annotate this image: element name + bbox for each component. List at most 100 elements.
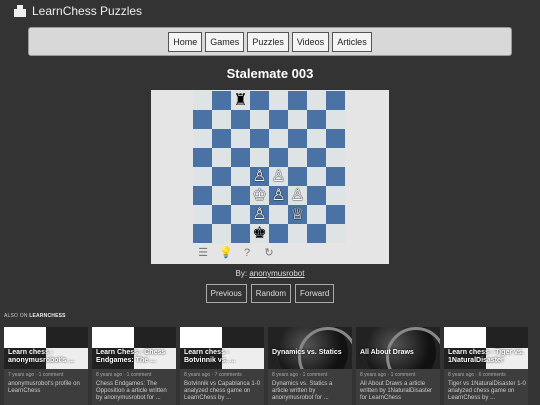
previous-button[interactable]: Previous bbox=[205, 284, 247, 303]
board-square[interactable] bbox=[231, 167, 250, 186]
board-square[interactable] bbox=[288, 110, 307, 129]
board-square[interactable] bbox=[212, 167, 231, 186]
chess-board[interactable]: ♜ ♙ ♙ ♔ ♙ ♙ ♙ ♕ ♚ bbox=[193, 91, 345, 243]
card-title[interactable]: Learn chess - Tiger vs. 1NaturalDisaster bbox=[448, 349, 526, 365]
board-square[interactable]: ♙ bbox=[250, 205, 269, 224]
card-title[interactable]: Learn chess - Botvinnik vs. ... bbox=[184, 349, 262, 365]
board-square[interactable] bbox=[250, 129, 269, 148]
board-square[interactable]: ♔ bbox=[250, 186, 269, 205]
related-card[interactable]: Learn chess - Tiger vs. 1NaturalDisaster… bbox=[444, 327, 528, 405]
nav-puzzles[interactable]: Puzzles bbox=[247, 31, 289, 52]
card-title[interactable]: All About Draws bbox=[360, 349, 438, 357]
white-pawn-piece[interactable]: ♙ bbox=[252, 205, 266, 224]
board-square[interactable]: ♙ bbox=[269, 167, 288, 186]
board-square[interactable] bbox=[326, 129, 345, 148]
board-square[interactable] bbox=[193, 148, 212, 167]
board-square[interactable] bbox=[326, 167, 345, 186]
related-card[interactable]: Learn chess - anonymusrobot's ... 7 years… bbox=[4, 327, 88, 405]
nav-games[interactable]: Games bbox=[205, 31, 245, 52]
board-square[interactable] bbox=[307, 91, 326, 110]
board-square[interactable] bbox=[307, 129, 326, 148]
author-link[interactable]: anonymusrobot bbox=[249, 269, 304, 278]
board-square[interactable] bbox=[212, 224, 231, 243]
board-square[interactable] bbox=[326, 186, 345, 205]
board-square[interactable] bbox=[193, 91, 212, 110]
board-square[interactable] bbox=[288, 91, 307, 110]
board-square[interactable] bbox=[250, 148, 269, 167]
related-card[interactable]: All About Draws 8 years ago · 1 comment Al… bbox=[356, 327, 440, 405]
board-square[interactable] bbox=[231, 186, 250, 205]
board-square[interactable] bbox=[193, 129, 212, 148]
board-square[interactable]: ♕ bbox=[288, 205, 307, 224]
nav-articles[interactable]: Articles bbox=[332, 31, 372, 52]
board-square[interactable] bbox=[212, 110, 231, 129]
board-square[interactable] bbox=[231, 110, 250, 129]
board-square[interactable] bbox=[326, 205, 345, 224]
forward-button[interactable]: Forward bbox=[295, 284, 335, 303]
white-king-piece[interactable]: ♔ bbox=[252, 186, 266, 205]
board-square[interactable] bbox=[231, 205, 250, 224]
board-square[interactable] bbox=[307, 205, 326, 224]
random-button[interactable]: Random bbox=[250, 284, 292, 303]
board-square[interactable] bbox=[326, 110, 345, 129]
board-square[interactable] bbox=[212, 186, 231, 205]
board-square[interactable] bbox=[193, 205, 212, 224]
board-square[interactable] bbox=[193, 186, 212, 205]
board-square[interactable] bbox=[212, 205, 231, 224]
reset-icon[interactable]: ↻ bbox=[263, 247, 275, 259]
board-square[interactable] bbox=[307, 186, 326, 205]
white-pawn-piece[interactable]: ♙ bbox=[271, 186, 285, 205]
board-square[interactable] bbox=[326, 148, 345, 167]
card-title[interactable]: Learn chess - anonymusrobot's ... bbox=[8, 349, 86, 365]
board-square[interactable] bbox=[288, 148, 307, 167]
board-square[interactable] bbox=[269, 205, 288, 224]
board-square[interactable] bbox=[250, 110, 269, 129]
board-square[interactable] bbox=[326, 91, 345, 110]
white-pawn-piece[interactable]: ♙ bbox=[271, 167, 285, 186]
board-square[interactable] bbox=[269, 91, 288, 110]
related-card[interactable]: Learn Chess - Chess Endgames: The ... 8 y… bbox=[92, 327, 176, 405]
board-square[interactable] bbox=[307, 148, 326, 167]
board-square[interactable] bbox=[250, 91, 269, 110]
board-square[interactable] bbox=[288, 167, 307, 186]
black-king-piece[interactable]: ♚ bbox=[252, 224, 266, 243]
board-square[interactable] bbox=[269, 224, 288, 243]
white-pawn-piece[interactable]: ♙ bbox=[290, 186, 304, 205]
board-square[interactable] bbox=[307, 167, 326, 186]
board-square[interactable] bbox=[231, 224, 250, 243]
board-square[interactable] bbox=[212, 129, 231, 148]
board-square[interactable] bbox=[193, 110, 212, 129]
board-square[interactable]: ♙ bbox=[250, 167, 269, 186]
related-card[interactable]: Learn chess - Botvinnik vs. ... 8 years a… bbox=[180, 327, 264, 405]
board-square[interactable] bbox=[326, 224, 345, 243]
board-square[interactable] bbox=[307, 110, 326, 129]
white-queen-piece[interactable]: ♕ bbox=[290, 205, 304, 224]
black-rook-piece[interactable]: ♜ bbox=[233, 91, 247, 110]
card-title[interactable]: Dynamics vs. Statics bbox=[272, 349, 350, 357]
board-square[interactable] bbox=[288, 224, 307, 243]
card-title[interactable]: Learn Chess - Chess Endgames: The ... bbox=[96, 349, 174, 365]
board-square[interactable] bbox=[212, 91, 231, 110]
related-card[interactable]: Dynamics vs. Statics 8 years ago · 1 comm… bbox=[268, 327, 352, 405]
board-square[interactable]: ♙ bbox=[269, 186, 288, 205]
menu-icon[interactable]: ☰ bbox=[197, 247, 209, 259]
nav-home[interactable]: Home bbox=[168, 31, 203, 52]
board-square[interactable] bbox=[193, 224, 212, 243]
nav-videos[interactable]: Videos bbox=[291, 31, 330, 52]
white-pawn-piece[interactable]: ♙ bbox=[252, 167, 266, 186]
board-square[interactable] bbox=[231, 129, 250, 148]
brand-title[interactable]: LearnChess Puzzles bbox=[32, 4, 142, 18]
board-square[interactable] bbox=[269, 148, 288, 167]
board-square[interactable] bbox=[231, 148, 250, 167]
board-square[interactable] bbox=[269, 110, 288, 129]
board-square[interactable] bbox=[269, 129, 288, 148]
board-square[interactable]: ♙ bbox=[288, 186, 307, 205]
board-square[interactable] bbox=[212, 148, 231, 167]
board-square[interactable]: ♚ bbox=[250, 224, 269, 243]
board-square[interactable]: ♜ bbox=[231, 91, 250, 110]
help-icon[interactable]: ? bbox=[241, 247, 253, 259]
board-square[interactable] bbox=[288, 129, 307, 148]
board-square[interactable] bbox=[193, 167, 212, 186]
board-square[interactable] bbox=[307, 224, 326, 243]
hint-icon[interactable]: 💡 bbox=[219, 247, 233, 259]
